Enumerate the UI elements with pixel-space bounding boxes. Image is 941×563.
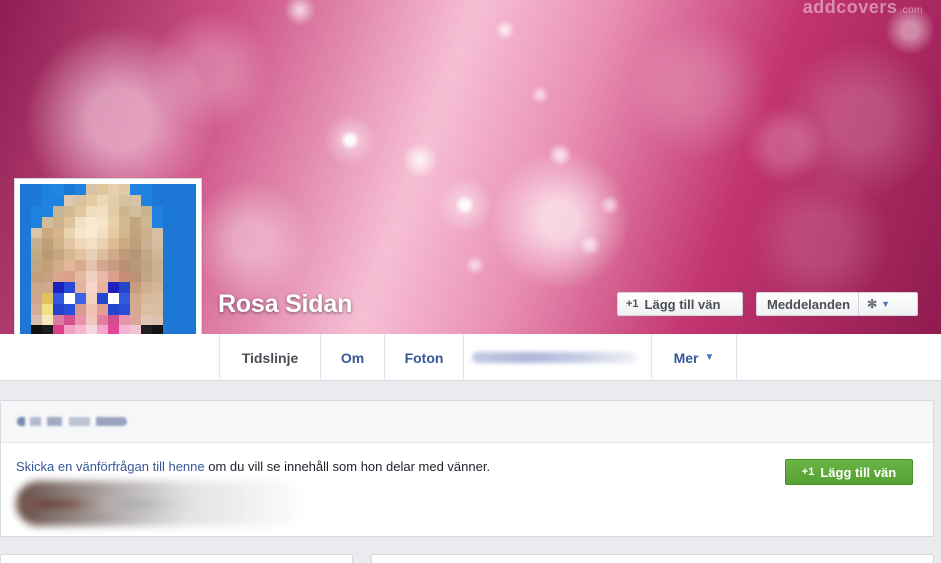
friend-request-message-rest: om du vill se innehåll som hon delar med…: [204, 459, 491, 474]
profile-picture-image: [20, 184, 196, 358]
right-column-card: [371, 554, 934, 563]
tab-photos[interactable]: Foton: [385, 334, 464, 381]
add-friend-button[interactable]: +1 Lägg till vän: [617, 292, 743, 316]
tab-more-label: Mer: [673, 349, 699, 366]
add-friend-green-button[interactable]: +1 Lägg till vän: [785, 459, 913, 485]
add-friend-icon: +1: [626, 297, 639, 310]
watermark-domain: .com: [899, 5, 923, 16]
blurred-mutual-friends: [16, 481, 301, 526]
tab-about-label: Om: [340, 349, 365, 366]
blurred-header-text: [17, 417, 127, 426]
tab-blurred[interactable]: [464, 334, 652, 381]
card-header: [1, 401, 933, 443]
profile-name: Rosa Sidan: [218, 290, 353, 318]
profile-page: addcovers .com Rosa Sidan +1 Lägg till vä…: [0, 0, 941, 563]
watermark-brand: addcovers: [802, 0, 898, 17]
tab-about[interactable]: Om: [321, 334, 385, 381]
send-friend-request-link[interactable]: Skicka en vänförfrågan till henne: [16, 459, 205, 474]
tab-timeline[interactable]: Tidslinje: [220, 334, 321, 381]
left-column-card: [0, 554, 353, 563]
blurred-tab-text: [472, 352, 638, 363]
chevron-down-icon: ▼: [881, 298, 891, 309]
add-friend-label: Lägg till vän: [644, 296, 721, 312]
messages-button[interactable]: Meddelanden: [757, 293, 860, 315]
profile-tabs: Tidslinje Om Foton Mer ▼: [219, 334, 737, 381]
tab-photos-label: Foton: [404, 349, 444, 366]
tab-timeline-label: Tidslinje: [241, 349, 299, 366]
messages-label: Meddelanden: [767, 296, 851, 312]
timeline-navigation: Tidslinje Om Foton Mer ▼: [0, 334, 941, 381]
gear-icon: ✻: [867, 297, 878, 311]
pixelated-photo: [20, 184, 196, 358]
settings-dropdown-button[interactable]: ✻ ▼: [859, 293, 898, 315]
message-actions-group: Meddelanden ✻ ▼: [756, 292, 918, 316]
cover-watermark: addcovers .com: [803, 0, 923, 18]
add-friend-icon: +1: [801, 465, 815, 478]
friend-request-message: Skicka en vänförfrågan till henne om du …: [16, 459, 490, 474]
add-friend-green-label: Lägg till vän: [820, 464, 897, 480]
chevron-down-icon: ▼: [704, 352, 715, 363]
tab-more[interactable]: Mer ▼: [652, 334, 737, 381]
